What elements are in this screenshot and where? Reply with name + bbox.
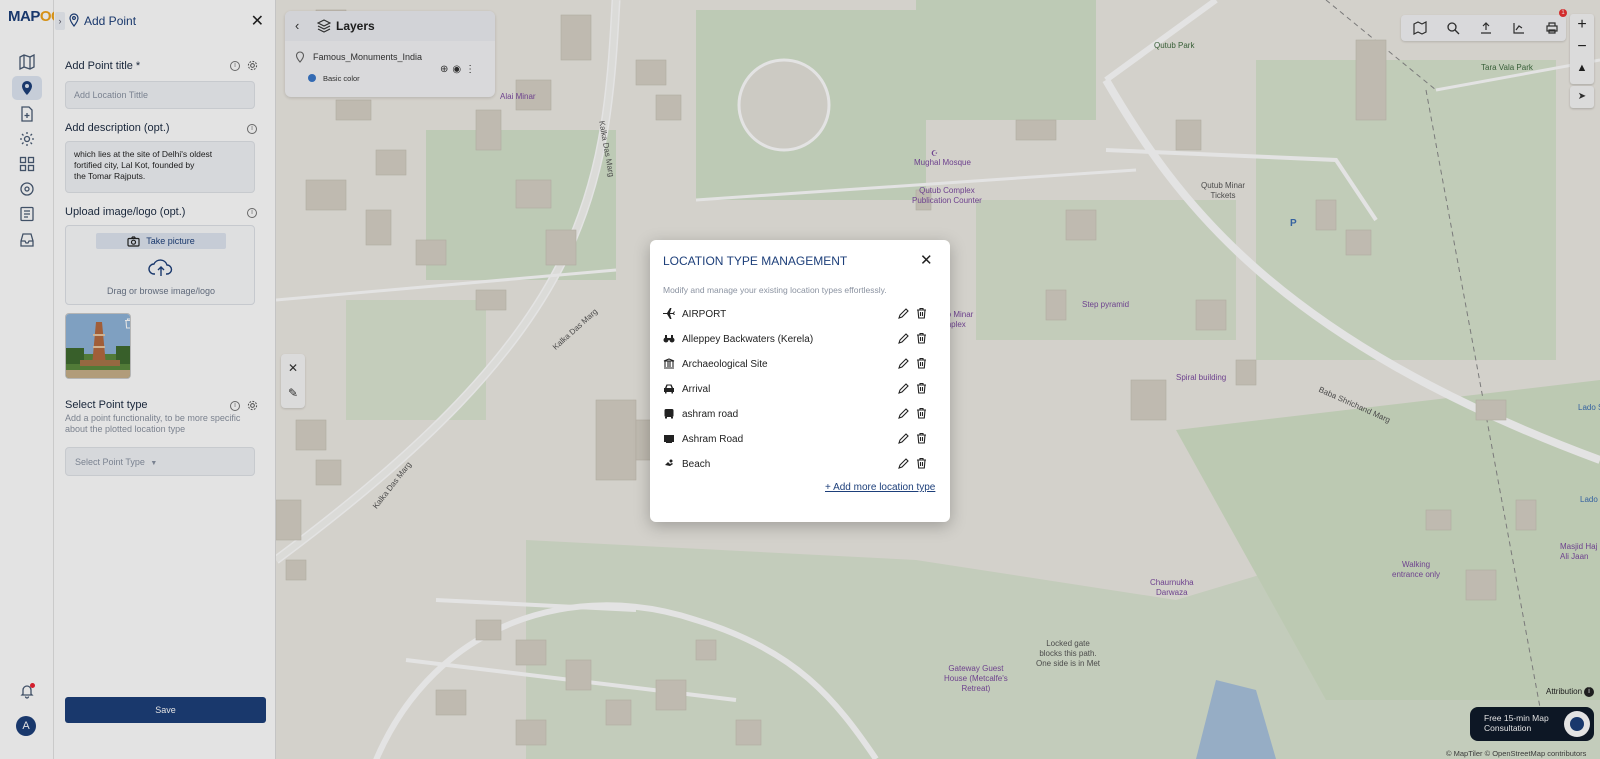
location-type-row[interactable]: Alleppey Backwaters (Kerela) [650,326,950,351]
temple-icon [663,358,675,369]
location-type-label: Ashram Road [682,434,744,445]
location-type-label: Arrival [682,384,711,395]
location-type-row[interactable]: AIRPORT [650,301,950,326]
edit-pencil-icon[interactable] [898,358,909,369]
location-type-label: AIRPORT [682,309,727,320]
bus-icon [664,409,674,419]
edit-pencil-icon[interactable] [898,383,909,394]
location-type-label: ashram road [682,409,739,420]
edit-pencil-icon[interactable] [898,308,909,319]
location-type-row[interactable]: Archaeological Site [650,351,950,376]
location-type-row[interactable]: Ashram Road [650,426,950,451]
edit-pencil-icon[interactable] [898,408,909,419]
trash-icon[interactable] [916,332,927,344]
location-type-modal: LOCATION TYPE MANAGEMENT ✕ Modify and ma… [650,240,950,522]
modal-subtitle: Modify and manage your existing location… [663,285,887,295]
trash-icon[interactable] [916,382,927,394]
modal-title: LOCATION TYPE MANAGEMENT [663,254,848,268]
location-type-list[interactable]: AIRPORT Alleppey Backwaters (Kerela) Arc… [650,301,950,469]
location-type-row[interactable]: ashram road [650,401,950,426]
car-icon [664,384,674,394]
trash-icon[interactable] [916,407,927,419]
close-modal-icon[interactable]: ✕ [920,251,933,269]
location-type-label: Alleppey Backwaters (Kerela) [682,334,814,345]
trash-icon[interactable] [916,357,927,369]
edit-pencil-icon[interactable] [898,433,909,444]
trash-icon[interactable] [916,432,927,444]
location-type-row[interactable]: Arrival [650,376,950,401]
edit-pencil-icon[interactable] [898,333,909,344]
binoculars-icon [663,335,675,343]
location-type-row[interactable]: Beach [650,451,950,469]
location-type-label: Beach [682,459,711,469]
add-more-location-type-link[interactable]: + Add more location type [825,482,935,493]
screen-icon [664,435,674,443]
airplane-icon [663,308,675,319]
swimmer-icon [665,459,673,466]
trash-icon[interactable] [916,307,927,319]
location-type-label: Archaeological Site [682,359,768,370]
trash-icon[interactable] [916,457,927,469]
edit-pencil-icon[interactable] [898,458,909,469]
